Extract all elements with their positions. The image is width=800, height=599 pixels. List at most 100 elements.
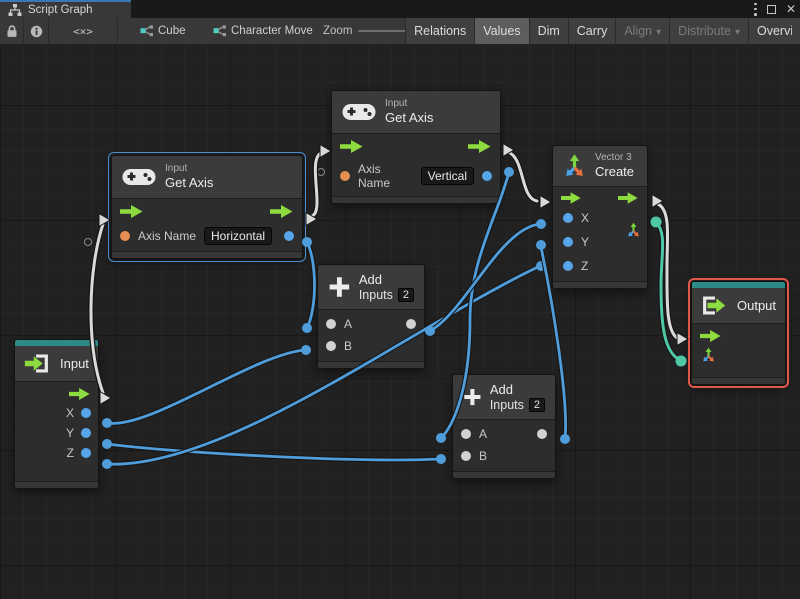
breadcrumb-label: Cube: [158, 25, 186, 37]
toolbar-button-overview[interactable]: Overview: [748, 18, 800, 44]
control-out-arrow-icon[interactable]: [468, 140, 492, 153]
port-out-sum[interactable]: [537, 429, 547, 439]
port-label: Z: [581, 259, 589, 273]
node-add-2[interactable]: Add Inputs 2 A B: [452, 374, 556, 479]
toolbar-button-relations[interactable]: Relations: [405, 18, 475, 44]
lock-button[interactable]: [0, 18, 24, 44]
control-in-row: [692, 324, 785, 344]
node-get-axis-horizontal[interactable]: Input Get Axis Axis Name Horizontal: [108, 152, 306, 262]
toolbar-button-align[interactable]: Align: [615, 18, 670, 44]
port-out-x[interactable]: [81, 408, 91, 418]
param-label: Axis Name: [138, 229, 197, 243]
wire-data-input-y-to-add2-b[interactable]: [102, 439, 446, 464]
info-button[interactable]: [24, 18, 49, 44]
control-in-arrow-icon[interactable]: [561, 192, 582, 204]
node-category: Input: [165, 163, 188, 174]
port-label: A: [479, 427, 488, 441]
wire-data-add1-to-vector3-x[interactable]: [425, 219, 546, 336]
node-vector3-create[interactable]: Vector 3 Create X Y Z: [552, 145, 648, 289]
axis-name-row: Axis Name Vertical: [332, 156, 500, 196]
lock-icon: [7, 25, 16, 37]
wire-control-getaxis-horizontal-to-getaxis-vertical[interactable]: [305, 143, 332, 227]
control-out-arrow-icon[interactable]: [270, 205, 294, 218]
port-out-value[interactable]: [482, 171, 492, 181]
node-title: Add: [358, 272, 382, 287]
node-category: Vector 3: [595, 152, 632, 163]
wire-control-vector3-create-to-output[interactable]: [651, 193, 689, 347]
node-add-1[interactable]: Add Inputs 2 A B: [317, 264, 425, 369]
port-in-axis-name[interactable]: [340, 171, 350, 181]
graph-canvas[interactable]: Input X Y Z Input Get Axis Axis Name Hor…: [0, 45, 800, 599]
toolbar-button-carry[interactable]: Carry: [567, 18, 616, 44]
node-title: Add: [489, 382, 513, 397]
wire-data-getaxis-horizontal-to-add1-a[interactable]: [302, 237, 317, 333]
node-title: Create: [595, 164, 635, 179]
inputs-label: Inputs: [358, 288, 393, 302]
control-in-arrow-icon[interactable]: [340, 140, 364, 153]
port-out-z[interactable]: [81, 448, 91, 458]
control-flow-row: [332, 134, 500, 156]
toolbar-button-dim[interactable]: Dim: [528, 18, 568, 44]
node-category: Input: [385, 98, 408, 109]
control-arrow-icon[interactable]: [700, 330, 722, 342]
plus-icon: [329, 277, 350, 297]
node-output[interactable]: Output: [688, 278, 789, 388]
port-out-y[interactable]: [81, 428, 91, 438]
port-in-b[interactable]: [326, 341, 336, 351]
close-icon[interactable]: ✕: [786, 3, 796, 15]
port-in-z[interactable]: [563, 261, 573, 271]
code-view-button[interactable]: <×>: [49, 18, 118, 44]
port-in-y[interactable]: [563, 237, 573, 247]
axis-name-field[interactable]: Horizontal: [204, 227, 273, 245]
node-footer: [692, 377, 785, 384]
port-in-axis-name[interactable]: [120, 231, 130, 241]
subgraph-icon: [140, 25, 153, 37]
port-out-value[interactable]: [284, 231, 294, 241]
control-arrow-icon[interactable]: [69, 388, 91, 400]
node-title: Output: [737, 297, 777, 313]
node-input[interactable]: Input X Y Z: [14, 339, 99, 489]
port-in-b[interactable]: [461, 451, 471, 461]
node-footer: [332, 196, 500, 203]
control-in-arrow-icon[interactable]: [120, 205, 144, 218]
wire-data-vector3-create-to-output[interactable]: [650, 216, 687, 367]
port-row-b: B: [453, 445, 555, 471]
node-footer: [318, 361, 424, 368]
unconnected-port-indicator[interactable]: [84, 238, 92, 246]
port-row-z: Z: [15, 443, 98, 463]
axis-name-field[interactable]: Vertical: [420, 167, 474, 185]
toolbar-button-values[interactable]: Values: [474, 18, 529, 44]
zoom-label: Zoom: [323, 25, 353, 37]
port-in-a[interactable]: [326, 319, 336, 329]
wire-control-getaxis-vertical-to-vector3-create[interactable]: [502, 142, 552, 210]
port-in-a[interactable]: [461, 429, 471, 439]
unconnected-port-indicator[interactable]: [317, 168, 325, 176]
port-in-x[interactable]: [563, 213, 573, 223]
toolbar-button-distribute[interactable]: Distribute: [669, 18, 748, 44]
node-get-axis-vertical[interactable]: Input Get Axis Axis Name Vertical: [331, 90, 501, 204]
port-out-vector3[interactable]: [625, 222, 642, 244]
breadcrumb-graph-cube[interactable]: Cube: [140, 18, 186, 44]
port-out-sum[interactable]: [406, 319, 416, 329]
node-title: Get Axis: [165, 175, 214, 190]
inputs-count-field[interactable]: 2: [397, 288, 414, 302]
wire-data-input-x-to-add1-b[interactable]: [102, 345, 311, 428]
port-label: Y: [581, 235, 590, 249]
port-label: B: [479, 449, 488, 463]
subgraph-icon: [213, 25, 226, 37]
window-menu-icon[interactable]: [753, 2, 757, 16]
inputs-count-field[interactable]: 2: [528, 398, 545, 412]
port-in-vector3[interactable]: [700, 347, 717, 369]
breadcrumb-graph-character-move[interactable]: Character Move: [213, 18, 313, 44]
control-out-arrow-icon[interactable]: [618, 192, 639, 204]
port-label: Y: [65, 426, 74, 440]
plus-icon: [464, 388, 481, 406]
port-row-a: A: [453, 420, 555, 445]
info-icon: [30, 25, 42, 37]
maximize-icon[interactable]: [766, 4, 776, 14]
port-label: Z: [66, 446, 74, 460]
port-row-x: X: [15, 403, 98, 423]
input-bracket-icon: [24, 354, 48, 373]
node-footer: [553, 281, 647, 288]
tab-script-graph[interactable]: Script Graph: [0, 0, 131, 18]
